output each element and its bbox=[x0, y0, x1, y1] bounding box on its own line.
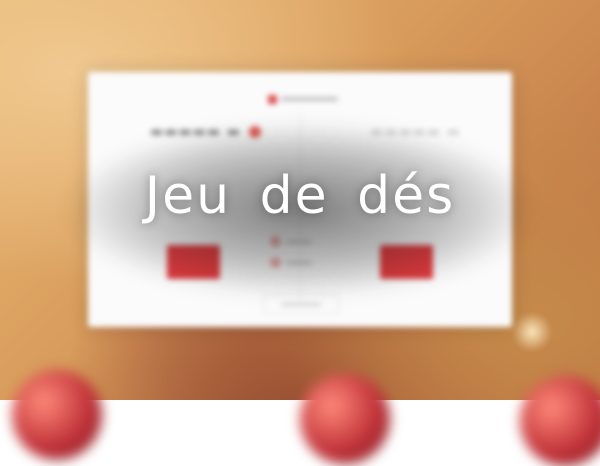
ball-decoration bbox=[300, 374, 390, 464]
decorative-balls bbox=[0, 350, 600, 466]
dice-logo-icon bbox=[268, 94, 277, 104]
page-title: Jeu de dés bbox=[144, 166, 456, 226]
ball-decoration bbox=[520, 376, 600, 466]
ball-decoration bbox=[12, 370, 102, 460]
light-spark bbox=[512, 312, 552, 352]
game-logo bbox=[268, 92, 338, 106]
new-game-label-placeholder bbox=[281, 302, 321, 306]
logo-text-placeholder bbox=[281, 97, 338, 101]
